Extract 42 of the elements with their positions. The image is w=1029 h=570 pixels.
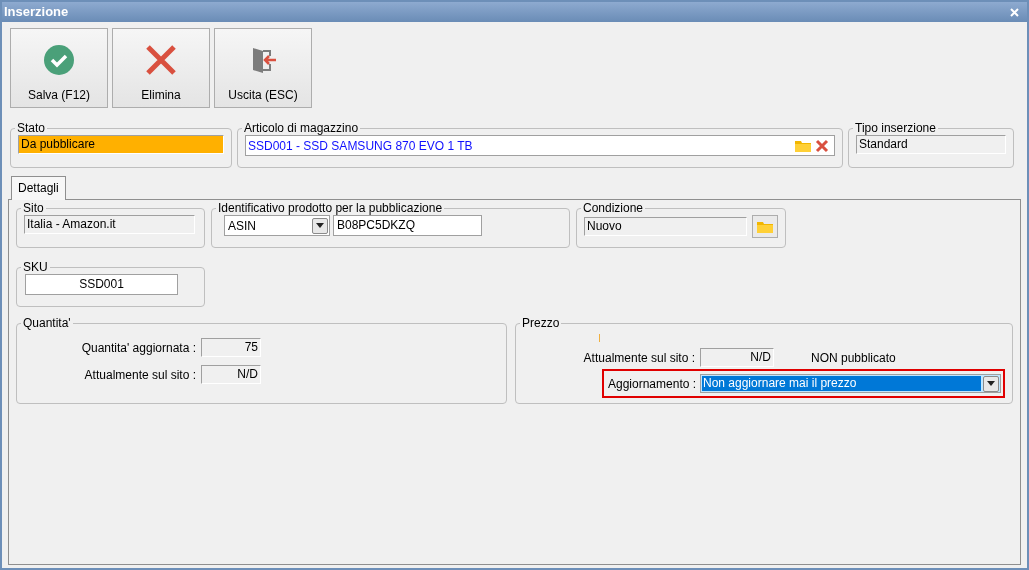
group-label: Tipo inserzione bbox=[854, 121, 937, 135]
group-label: Stato bbox=[16, 121, 47, 135]
readonly-field[interactable]: 75 bbox=[201, 338, 261, 357]
folder-icon bbox=[757, 220, 773, 233]
field-label: Quantita' aggiornata : bbox=[80, 339, 196, 357]
readonly-field[interactable]: Nuovo bbox=[584, 217, 747, 236]
readonly-field[interactable]: N/D bbox=[700, 348, 774, 367]
update-dropdown[interactable]: Non aggiornare mai il prezzo bbox=[700, 374, 1001, 393]
group-label: SKU bbox=[22, 260, 49, 274]
tab[interactable]: Dettagli bbox=[11, 176, 66, 200]
close-icon bbox=[1010, 7, 1019, 17]
caret-icon bbox=[987, 381, 995, 386]
toolbar-button[interactable]: Elimina bbox=[112, 28, 210, 108]
field-label: Aggiornamento : bbox=[608, 375, 695, 393]
text-cursor bbox=[599, 334, 600, 342]
readonly-field[interactable]: Standard bbox=[856, 135, 1006, 154]
group-label: Condizione bbox=[582, 201, 645, 215]
check-icon bbox=[43, 44, 75, 76]
field-label: Attualmente sul sito : bbox=[83, 366, 196, 384]
group-label: Identificativo prodotto per la pubblicazione bbox=[217, 201, 444, 215]
window-title: Inserzione bbox=[4, 3, 69, 22]
group-label: Quantita' bbox=[22, 316, 72, 330]
clear-icon bbox=[815, 138, 829, 153]
dropdown-button[interactable] bbox=[983, 375, 999, 392]
dropdown-button[interactable] bbox=[312, 217, 328, 234]
toolbar-button[interactable]: Salva (F12) bbox=[10, 28, 108, 108]
toolbar-button[interactable]: Uscita (ESC) bbox=[214, 28, 312, 108]
status-field[interactable]: Da pubblicare bbox=[18, 135, 224, 154]
status-text: NON pubblicato bbox=[811, 349, 896, 367]
cross-icon bbox=[145, 44, 177, 76]
caret-icon bbox=[316, 223, 324, 228]
folder-icon bbox=[795, 139, 811, 152]
article-field[interactable]: SSD001 - SSD SAMSUNG 870 EVO 1 TB bbox=[245, 135, 835, 156]
code-field[interactable]: B08PC5DKZQ bbox=[333, 215, 482, 236]
sku-field[interactable]: SSD001 bbox=[25, 274, 178, 295]
group-label: Sito bbox=[22, 201, 45, 215]
group-label: Articolo di magazzino bbox=[243, 121, 360, 135]
field-label: Attualmente sul sito : bbox=[582, 349, 695, 367]
type-dropdown[interactable]: ASIN bbox=[224, 215, 330, 236]
readonly-field[interactable]: N/D bbox=[201, 365, 261, 384]
group-label: Prezzo bbox=[521, 316, 561, 330]
readonly-field[interactable]: Italia - Amazon.it bbox=[24, 215, 195, 234]
